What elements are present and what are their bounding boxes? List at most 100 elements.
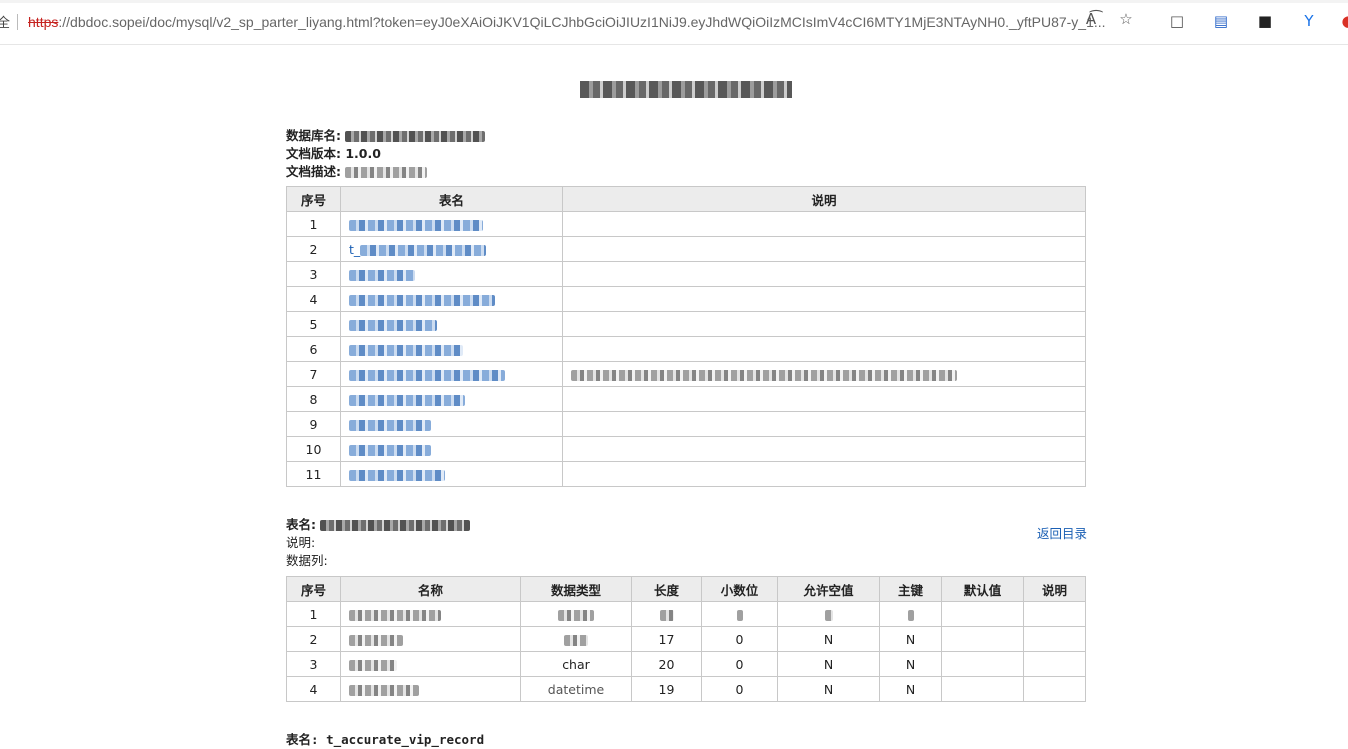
col-pk: N [879,651,942,677]
table-link[interactable] [340,211,563,237]
col-decimal: 0 [701,651,778,677]
table-link-redacted[interactable] [349,269,415,281]
table-link[interactable] [340,411,563,437]
address-separator [17,13,19,30]
col-length [631,601,702,627]
section-desc-label: 说明: [286,535,316,550]
col-nullable: N [777,676,880,702]
table-link-redacted[interactable] [349,369,505,381]
header-table-name: 表名 [340,186,563,212]
table-link[interactable] [340,386,563,412]
row-desc [562,361,1086,387]
table-row: 5 [286,311,1086,337]
url-scheme: https [28,13,59,30]
table-link[interactable] [340,261,563,287]
version-label: 文档版本: [286,146,341,161]
security-indicator[interactable]: 全 [0,12,10,31]
col-pk-redacted [907,609,914,621]
row-no: 11 [286,461,341,487]
table-link[interactable] [340,311,563,337]
section-table-name-redacted [320,520,471,531]
table-link-redacted[interactable] [349,219,483,231]
col-pk: N [879,626,942,652]
table-link-redacted[interactable] [349,394,465,406]
table-link-redacted[interactable] [349,419,431,431]
col-type-redacted [564,634,588,646]
table-link-redacted[interactable] [349,319,437,331]
table-link[interactable] [340,286,563,312]
col-desc [1023,626,1086,652]
favorite-add-icon[interactable]: ☆ [1116,9,1136,29]
address-bar[interactable]: 全 https://dbdoc.sopei/doc/mysql/v2_sp_pa… [0,6,1148,37]
header-no: 序号 [286,186,341,212]
extension-mask-icon[interactable]: ■ [1255,11,1275,31]
table-columns: 序号 名称 数据类型 长度 小数位 允许空值 主键 默认值 说明 1 2 17 … [286,576,1086,702]
table-link-redacted[interactable] [349,294,495,306]
col-desc [1023,676,1086,702]
table-row: 7 [286,361,1086,387]
table-link[interactable] [340,436,563,462]
col-no: 3 [286,651,341,677]
db-name-label: 数据库名: [286,128,341,143]
table-link-redacted[interactable] [349,469,445,481]
header-primary-key: 主键 [879,576,942,602]
read-aloud-icon[interactable]: A͡ [1081,9,1101,29]
row-desc [562,336,1086,362]
row-desc [562,261,1086,287]
table-link[interactable]: t_ [340,236,563,262]
table-link-prefix[interactable]: t_ [349,242,360,257]
section-table-name-line: 表名: [286,516,471,534]
row-desc [562,436,1086,462]
table-header-row: 序号 表名 说明 [286,186,1086,212]
header-name: 名称 [340,576,521,602]
row-no: 9 [286,411,341,437]
table-link[interactable] [340,336,563,362]
url-path: ://dbdoc.sopei/doc/mysql/v2_sp_parter_li… [58,13,1106,30]
table-link-redacted[interactable] [360,244,487,256]
row-no: 10 [286,436,341,462]
table-link-redacted[interactable] [349,444,431,456]
col-default [941,626,1024,652]
col-name [340,601,521,627]
col-length: 20 [631,651,702,677]
row-desc [562,211,1086,237]
header-decimal: 小数位 [701,576,778,602]
return-to-index-link[interactable]: 返回目录 [1037,523,1087,542]
row-desc [562,461,1086,487]
col-no: 1 [286,601,341,627]
section-cols-label: 数据列: [286,553,328,568]
col-type-redacted [558,609,594,621]
table-row: 1 [286,601,1086,627]
col-decimal: 0 [701,626,778,652]
col-nullable: N [777,651,880,677]
col-no: 4 [286,676,341,702]
table-row: 1 [286,211,1086,237]
desc-redacted [345,167,428,178]
table-row: 11 [286,461,1086,487]
db-name-line: 数据库名: [286,127,486,145]
desc-label: 文档描述: [286,164,341,179]
col-name-redacted [349,659,397,671]
extension-translate-icon[interactable]: ▤ [1211,11,1231,31]
bookmark-icon[interactable]: □ [1167,11,1187,31]
url-text[interactable]: https://dbdoc.sopei/doc/mysql/v2_sp_part… [28,14,1106,30]
table-link[interactable] [340,461,563,487]
table-link[interactable] [340,361,563,387]
header-length: 长度 [631,576,702,602]
row-desc-redacted [571,369,957,381]
row-desc [562,386,1086,412]
extension-red-icon[interactable]: ● [1338,11,1348,31]
col-type: datetime [520,676,632,702]
tab-strip [0,0,1348,3]
col-name-redacted [349,634,403,646]
table-link-redacted[interactable] [349,344,463,356]
version-value: 1.0.0 [345,146,381,161]
col-type: char [520,651,632,677]
table-row: 6 [286,336,1086,362]
row-desc [562,286,1086,312]
col-name [340,676,521,702]
table-header-row: 序号 名称 数据类型 长度 小数位 允许空值 主键 默认值 说明 [286,576,1086,602]
col-nullable-redacted [824,609,833,621]
col-pk: N [879,676,942,702]
extension-y-icon[interactable]: Y [1299,11,1319,31]
